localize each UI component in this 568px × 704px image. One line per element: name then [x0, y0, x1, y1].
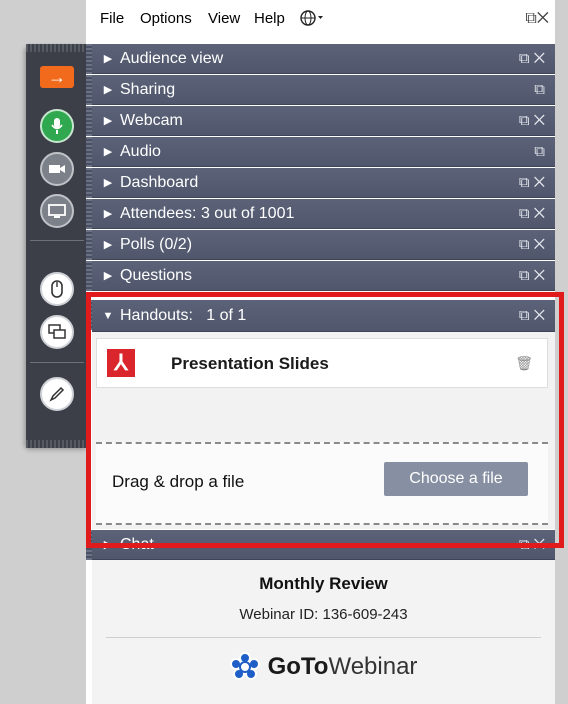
toolbar-grip-bottom[interactable] [26, 440, 88, 448]
expand-triangle-icon: ▶ [103, 84, 113, 96]
gotowebinar-logo: GoToWebinar [92, 652, 555, 682]
left-toolbar: → [26, 44, 88, 448]
panel-row-audience-view[interactable]: ▶ Audience view ⧉✕ [92, 44, 555, 74]
popout-close-icons[interactable]: ⧉✕ [519, 267, 549, 284]
expand-triangle-icon: ▶ [103, 115, 113, 127]
expand-triangle-icon: ▶ [103, 53, 113, 65]
menu-options[interactable]: Options [140, 10, 192, 27]
microphone-icon [51, 118, 63, 134]
panel-row-audio[interactable]: ▶ Audio ⧉ [92, 137, 555, 167]
popout-close-icons[interactable]: ⧉✕ [519, 174, 549, 191]
webinar-title: Monthly Review [259, 574, 388, 593]
screen-share-button[interactable] [40, 194, 74, 228]
logo-goto-text: GoTo [267, 653, 329, 680]
popout-close-icons[interactable]: ⧉✕ [519, 50, 549, 67]
menu-bar: File Options View Help ⧉✕ [86, 0, 555, 44]
row-label: Attendees: 3 out of 1001 [120, 204, 295, 222]
pen-icon [49, 386, 65, 402]
menu-file[interactable]: File [100, 10, 124, 27]
drawing-tools-button[interactable] [40, 377, 74, 411]
panel-row-attendees[interactable]: ▶ Attendees: 3 out of 1001 ⧉✕ [92, 199, 555, 229]
mouse-icon [51, 280, 63, 298]
panel-row-questions[interactable]: ▶ Questions ⧉✕ [92, 261, 555, 291]
flower-logo-icon [229, 652, 260, 682]
menu-view[interactable]: View [208, 10, 240, 27]
arrow-right-icon: → [48, 66, 66, 87]
language-menu[interactable] [300, 10, 324, 30]
collapse-arrow-button[interactable]: → [40, 66, 74, 88]
panel-row-webcam[interactable]: ▶ Webcam ⧉✕ [92, 106, 555, 136]
chat-bubbles-icon [48, 324, 66, 339]
highlight-box [86, 292, 564, 548]
microphone-button[interactable] [40, 109, 74, 143]
expand-triangle-icon: ▶ [103, 239, 113, 251]
expand-triangle-icon: ▶ [103, 270, 113, 282]
webinar-footer: Monthly Review Webinar ID: 136-609-243 G… [92, 560, 555, 704]
row-label: Polls (0/2) [120, 235, 193, 253]
popout-close-icons[interactable]: ⧉✕ [519, 205, 549, 222]
window-controls[interactable]: ⧉✕ [525, 10, 549, 28]
popout-icon[interactable]: ⧉ [534, 81, 549, 98]
camera-icon [49, 165, 65, 173]
toolbar-divider [30, 240, 84, 241]
globe-icon [300, 10, 323, 26]
chat-toggle-button[interactable] [40, 315, 74, 349]
row-label: Audience view [120, 49, 224, 67]
panel-row-sharing[interactable]: ▶ Sharing ⧉ [92, 75, 555, 105]
monitor-icon [48, 204, 66, 218]
expand-triangle-icon: ▶ [103, 208, 113, 220]
row-label: Webcam [120, 111, 183, 129]
toolbar-grip-top[interactable] [26, 44, 88, 52]
logo-webinar-text: Webinar [328, 653, 418, 680]
expand-triangle-icon: ▶ [103, 177, 113, 189]
toolbar-divider [30, 362, 84, 363]
keyboard-mouse-control-button[interactable] [40, 272, 74, 306]
popout-close-icons[interactable]: ⧉✕ [519, 236, 549, 253]
menu-help[interactable]: Help [254, 10, 285, 27]
row-label: Dashboard [120, 173, 199, 191]
popout-close-icons[interactable]: ⧉✕ [519, 112, 549, 129]
row-label: Questions [120, 266, 193, 284]
webcam-button[interactable] [40, 152, 74, 186]
webinar-id: Webinar ID: 136-609-243 [239, 606, 408, 623]
panel-row-polls[interactable]: ▶ Polls (0/2) ⧉✕ [92, 230, 555, 260]
popout-icon[interactable]: ⧉ [534, 143, 549, 160]
row-label: Sharing [120, 80, 176, 98]
expand-triangle-icon: ▶ [103, 146, 113, 158]
footer-divider [106, 637, 541, 638]
row-label: Audio [120, 142, 161, 160]
panel-row-dashboard[interactable]: ▶ Dashboard ⧉✕ [92, 168, 555, 198]
